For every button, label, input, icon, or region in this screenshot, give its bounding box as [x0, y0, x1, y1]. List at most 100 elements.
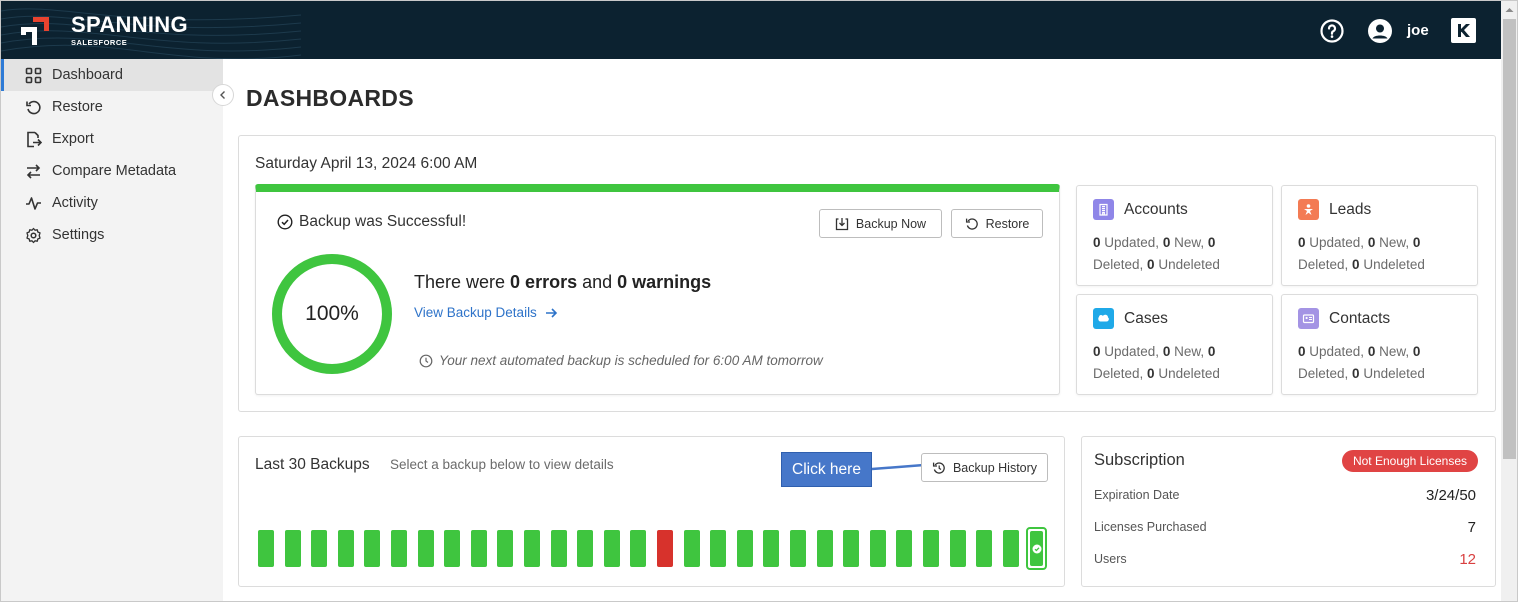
leads-card[interactable]: Leads 0 Updated, 0 New, 0 Deleted, 0 Und… — [1281, 185, 1478, 286]
last-backups-subtitle: Select a backup below to view details — [390, 457, 614, 472]
sidebar-item-dashboard[interactable]: Dashboard — [1, 59, 223, 91]
backup-bar-success[interactable] — [577, 530, 593, 567]
backup-bar-success[interactable] — [817, 530, 833, 567]
contacts-updated-count: 0 — [1298, 344, 1306, 359]
accounts-undeleted-count: 0 — [1147, 257, 1155, 272]
sidebar-item-settings[interactable]: Settings — [1, 219, 223, 251]
cases-card[interactable]: Cases 0 Updated, 0 New, 0 Deleted, 0 Und… — [1076, 294, 1273, 395]
backup-bar-success[interactable] — [843, 530, 859, 567]
backup-bar-success[interactable] — [258, 530, 274, 567]
scrollbar-thumb[interactable] — [1503, 19, 1516, 459]
sidebar-item-compare-metadata[interactable]: Compare Metadata — [1, 155, 223, 187]
backup-bar-success[interactable] — [870, 530, 886, 567]
backup-bar-success[interactable] — [338, 530, 354, 567]
restore-icon — [965, 217, 978, 230]
backup-bar-success[interactable] — [391, 530, 407, 567]
chevron-left-icon — [220, 91, 225, 99]
accounts-header: Accounts — [1093, 199, 1188, 220]
leads-deleted-count: 0 — [1412, 235, 1421, 250]
callout-pointer-line — [872, 463, 924, 471]
backup-bar-success[interactable] — [471, 530, 487, 567]
download-icon — [835, 217, 849, 230]
cases-updated-count: 0 — [1093, 344, 1101, 359]
cases-title: Cases — [1124, 309, 1168, 327]
updated-label: Updated, — [1305, 235, 1368, 250]
sidebar-item-activity[interactable]: Activity — [1, 187, 223, 219]
error-count: 0 errors — [510, 272, 578, 292]
scroll-up-arrow-icon[interactable] — [1501, 3, 1518, 17]
expiration-date-label: Expiration Date — [1094, 488, 1180, 502]
summary-middle: and — [577, 272, 618, 292]
backup-bar-selected[interactable] — [1026, 527, 1047, 570]
user-avatar-icon[interactable] — [1368, 19, 1392, 43]
help-icon[interactable] — [1320, 19, 1344, 43]
backup-bar-success[interactable] — [710, 530, 726, 567]
sidebar-item-restore[interactable]: Restore — [1, 91, 223, 123]
view-backup-details-link[interactable]: View Backup Details — [414, 305, 558, 320]
accounts-card[interactable]: Accounts 0 Updated, 0 New, 0 Deleted, 0 … — [1076, 185, 1273, 286]
backup-bar-success[interactable] — [763, 530, 779, 567]
backup-bar-success[interactable] — [604, 530, 620, 567]
leads-title: Leads — [1329, 200, 1372, 218]
check-circle-icon — [277, 214, 293, 230]
backup-now-label: Backup Now — [855, 216, 927, 231]
backup-bar-success[interactable] — [444, 530, 460, 567]
backup-bar-success[interactable] — [896, 530, 912, 567]
contacts-title: Contacts — [1329, 309, 1391, 327]
license-warning-badge: Not Enough Licenses — [1342, 450, 1478, 472]
backup-history-label: Backup History — [952, 460, 1038, 475]
leads-header: Leads — [1298, 199, 1371, 220]
backup-bar-success[interactable] — [630, 530, 646, 567]
backup-history-button[interactable]: Backup History — [921, 453, 1048, 482]
accounts-updated-count: 0 — [1093, 235, 1101, 250]
check-icon — [1032, 544, 1041, 553]
undeleted-label: Undeleted — [1359, 257, 1425, 272]
leads-icon — [1298, 199, 1319, 220]
activity-icon — [26, 196, 41, 210]
backup-bar-success[interactable] — [684, 530, 700, 567]
backup-bar-success[interactable] — [551, 530, 567, 567]
vertical-scrollbar[interactable] — [1501, 1, 1518, 601]
expiration-date-value: 3/24/50 — [1425, 487, 1476, 504]
history-icon — [932, 461, 945, 474]
arrow-right-icon — [545, 307, 557, 318]
backup-bar-success[interactable] — [976, 530, 992, 567]
logo-subtext: SALESFORCE — [71, 38, 128, 47]
backup-bar-success[interactable] — [285, 530, 301, 567]
contacts-card[interactable]: Contacts 0 Updated, 0 New, 0 Deleted, 0 … — [1281, 294, 1478, 395]
new-label: New, — [1375, 344, 1413, 359]
backup-bar-success[interactable] — [923, 530, 939, 567]
deleted-label: Deleted, — [1298, 366, 1353, 381]
backup-bar-success[interactable] — [737, 530, 753, 567]
backup-bar-success[interactable] — [950, 530, 966, 567]
new-label: New, — [1170, 344, 1208, 359]
backup-summary: There were 0 errors and 0 warnings — [414, 272, 711, 293]
users-value: 12 — [1459, 551, 1476, 568]
backup-bar-failed[interactable] — [657, 530, 673, 567]
restore-button[interactable]: Restore — [951, 209, 1043, 238]
user-name[interactable]: joe — [1407, 22, 1429, 39]
backup-bar-success[interactable] — [790, 530, 806, 567]
backup-bar-success[interactable] — [1003, 530, 1019, 567]
sidebar-item-label: Export — [52, 131, 94, 147]
backup-bar-success[interactable] — [364, 530, 380, 567]
sidebar-item-export[interactable]: Export — [1, 123, 223, 155]
accounts-deleted-count: 0 — [1207, 235, 1216, 250]
leads-undeleted-count: 0 — [1352, 257, 1360, 272]
restore-icon — [26, 100, 41, 114]
backup-bar-success[interactable] — [497, 530, 513, 567]
backup-bar-success[interactable] — [418, 530, 434, 567]
click-here-callout: Click here — [781, 452, 872, 487]
cases-header: Cases — [1093, 308, 1168, 329]
cases-icon — [1093, 308, 1114, 329]
undeleted-label: Undeleted — [1154, 257, 1220, 272]
kaseya-k-icon[interactable] — [1451, 18, 1476, 43]
sidebar-collapse-button[interactable] — [212, 84, 234, 106]
deleted-label: Deleted, — [1093, 366, 1148, 381]
backup-now-button[interactable]: Backup Now — [819, 209, 942, 238]
cases-undeleted-count: 0 — [1147, 366, 1155, 381]
undeleted-label: Undeleted — [1359, 366, 1425, 381]
backup-bar-success[interactable] — [311, 530, 327, 567]
backup-bar-success[interactable] — [524, 530, 540, 567]
backup-bar-fill — [1030, 531, 1043, 566]
